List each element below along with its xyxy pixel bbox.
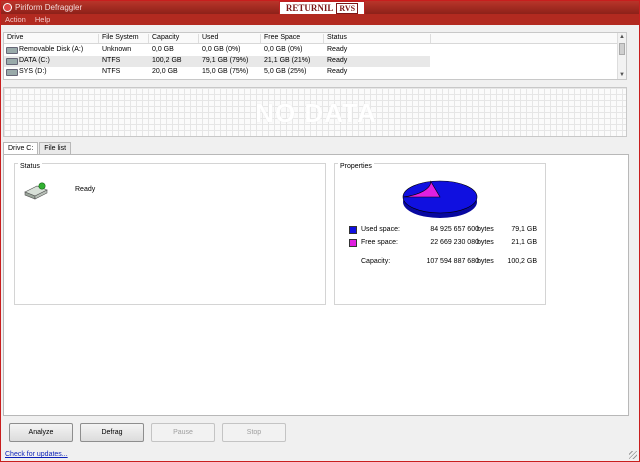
- properties-group-title: Properties: [338, 163, 374, 170]
- column-file-system[interactable]: File System: [102, 34, 139, 41]
- drive-list-header: Drive File System Capacity Used Free Spa…: [4, 33, 618, 44]
- column-free-space[interactable]: Free Space: [264, 34, 300, 41]
- drive-fs: NTFS: [102, 68, 121, 75]
- column-used[interactable]: Used: [202, 34, 218, 41]
- usage-pie-chart: [402, 180, 478, 218]
- removable-disk-icon: [6, 47, 18, 54]
- capacity-label: Capacity:: [361, 258, 391, 265]
- check-for-updates-link[interactable]: Check for updates...: [5, 451, 68, 458]
- window-title: Piriform Defraggler: [15, 3, 83, 12]
- drive-name: SYS (D:): [19, 68, 47, 75]
- defrag-button[interactable]: Defrag: [80, 423, 144, 442]
- analyze-button[interactable]: Analyze: [9, 423, 73, 442]
- drive-used: 79,1 GB (79%): [202, 57, 249, 64]
- used-unit: bytes: [477, 226, 494, 233]
- tab-file-list[interactable]: File list: [39, 142, 72, 154]
- drive-status: Ready: [327, 68, 348, 75]
- drive-row-selected[interactable]: DATA (C:) NTFS 100,2 GB 79,1 GB (79%) 21…: [4, 56, 430, 67]
- free-label: Free space:: [361, 239, 398, 246]
- properties-group: Properties Used space: 84 925 657 600 by…: [334, 163, 546, 305]
- drive-fs: NTFS: [102, 57, 121, 64]
- drive-status: Ready: [327, 57, 348, 64]
- hard-disk-icon: [6, 58, 18, 65]
- legend-free: Free space: 22 669 230 080 bytes 21,1 GB: [349, 239, 539, 249]
- column-drive[interactable]: Drive: [7, 34, 23, 41]
- drive-row[interactable]: Removable Disk (A:) Unknown 0,0 GB 0,0 G…: [4, 45, 618, 56]
- free-unit: bytes: [477, 239, 494, 246]
- status-group: Status Ready: [14, 163, 326, 305]
- returnil-text: RETURNIL: [285, 3, 334, 13]
- status-text: Ready: [75, 186, 96, 193]
- returnil-badge: RVS: [336, 2, 359, 14]
- drive-list-scrollbar[interactable]: ▲ ▼: [617, 33, 626, 79]
- drive-free: 5,0 GB (25%): [264, 68, 307, 75]
- drive-row[interactable]: SYS (D:) NTFS 20,0 GB 15,0 GB (75%) 5,0 …: [4, 67, 618, 78]
- hard-disk-icon: [6, 69, 18, 76]
- drive-ready-icon: [24, 182, 48, 200]
- resize-grip[interactable]: [629, 451, 637, 459]
- drive-map-empty-text: NO DATA: [255, 98, 377, 128]
- tab-panel: Status Ready Properties Used space: 84 9…: [3, 154, 629, 416]
- column-status[interactable]: Status: [327, 34, 347, 41]
- drive-name: Removable Disk (A:): [19, 46, 84, 53]
- capacity-gb: 100,2 GB: [507, 258, 537, 265]
- stop-button[interactable]: Stop: [222, 423, 286, 442]
- used-bytes: 84 925 657 600: [430, 226, 479, 233]
- status-group-title: Status: [18, 163, 42, 170]
- drive-free: 0,0 GB (0%): [264, 46, 303, 53]
- drive-capacity: 100,2 GB: [152, 57, 182, 64]
- drive-name: DATA (C:): [19, 57, 50, 64]
- free-bytes: 22 669 230 080: [430, 239, 479, 246]
- drive-free: 21,1 GB (21%): [264, 57, 311, 64]
- drive-used: 15,0 GB (75%): [202, 68, 249, 75]
- defraggler-window: Piriform Defraggler RETURNIL RVS Action …: [0, 0, 640, 462]
- drive-map: NO DATA: [3, 87, 627, 137]
- column-capacity[interactable]: Capacity: [152, 34, 179, 41]
- menu-action[interactable]: Action: [5, 15, 26, 24]
- tab-strip: Drive C: File list: [3, 142, 72, 155]
- title-bar: Piriform Defraggler RETURNIL RVS: [1, 1, 639, 15]
- menu-help[interactable]: Help: [35, 15, 50, 24]
- app-icon: [3, 3, 12, 12]
- drive-capacity: 0,0 GB: [152, 46, 174, 53]
- menu-bar: Action Help: [1, 14, 639, 25]
- legend-capacity: Capacity: 107 594 887 680 bytes 100,2 GB: [349, 258, 539, 268]
- pause-button[interactable]: Pause: [151, 423, 215, 442]
- drive-capacity: 20,0 GB: [152, 68, 178, 75]
- capacity-bytes: 107 594 887 680: [426, 258, 479, 265]
- free-swatch: [349, 239, 357, 247]
- drive-used: 0,0 GB (0%): [202, 46, 241, 53]
- scroll-up-icon[interactable]: ▲: [618, 33, 626, 41]
- scroll-thumb[interactable]: [619, 43, 625, 55]
- scroll-down-icon[interactable]: ▼: [618, 71, 626, 79]
- drive-status: Ready: [327, 46, 348, 53]
- returnil-logo: RETURNIL RVS: [279, 1, 365, 15]
- used-swatch: [349, 226, 357, 234]
- used-label: Used space:: [361, 226, 400, 233]
- free-gb: 21,1 GB: [511, 239, 537, 246]
- capacity-unit: bytes: [477, 258, 494, 265]
- drive-fs: Unknown: [102, 46, 132, 53]
- drive-list[interactable]: Drive File System Capacity Used Free Spa…: [3, 32, 627, 80]
- legend-used: Used space: 84 925 657 600 bytes 79,1 GB: [349, 226, 539, 236]
- used-gb: 79,1 GB: [511, 226, 537, 233]
